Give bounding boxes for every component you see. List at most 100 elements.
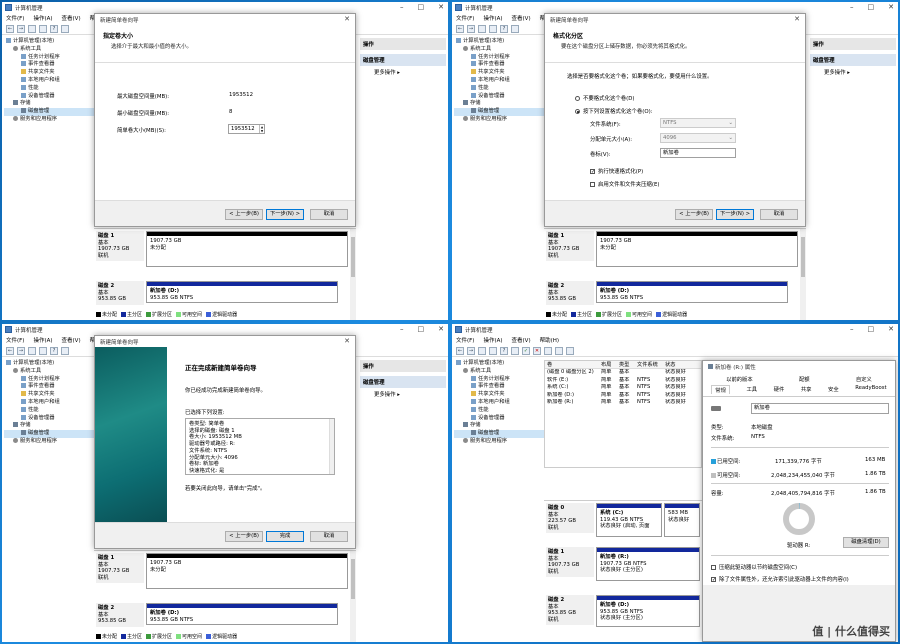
menu-view[interactable]: 查看(V) [62, 14, 81, 22]
col-status[interactable]: 状态 [665, 361, 695, 368]
volume-name-input[interactable]: 新加卷 [751, 403, 889, 414]
tab-previous-versions[interactable]: 以前的版本 [726, 375, 753, 383]
disk2-label[interactable]: 磁盘 2 基本 953.85 GB [96, 281, 144, 305]
disk1-label[interactable]: 磁盘 1 基本 1907.73 GB 联机 [546, 547, 594, 578]
close-button[interactable]: ✕ [888, 3, 894, 11]
disk1-unallocated[interactable]: 1907.73 GB 未分配 [146, 553, 348, 589]
tree-item-root[interactable]: 计算机管理(本地) [454, 38, 544, 46]
folder-icon[interactable] [28, 24, 36, 33]
help-icon[interactable]: ? [50, 24, 58, 33]
search-icon[interactable] [555, 346, 563, 355]
view-icon[interactable] [61, 346, 69, 355]
back-icon[interactable]: ← [456, 24, 464, 33]
disk1-unallocated[interactable]: 1907.73 GB 未分配 [596, 231, 798, 267]
col-fs[interactable]: 文件系统 [637, 361, 665, 368]
menu-help[interactable]: 帮助(H) [540, 336, 559, 344]
properties-icon[interactable] [39, 24, 47, 33]
disk1-label[interactable]: 磁盘 1 基本 1907.73 GB 联机 [546, 231, 594, 262]
cancel-button[interactable]: 取消 [760, 209, 798, 220]
quick-format-checkbox[interactable]: ✓ 执行快速格式化(P) [590, 167, 643, 175]
forward-icon[interactable]: → [467, 24, 475, 33]
properties-icon[interactable] [39, 346, 47, 355]
tree-item-shared-folders[interactable]: 共享文件夹 [454, 69, 544, 77]
tree-item-performance[interactable]: 性能 [454, 84, 544, 93]
back-icon[interactable]: ← [6, 24, 14, 33]
volume-size-input[interactable]: 1953512 ▲ ▼ [228, 124, 265, 134]
maximize-button[interactable]: □ [418, 325, 425, 333]
tab-sharing[interactable]: 共享 [801, 385, 812, 394]
tree-item-system-tools[interactable]: 系统工具 [4, 45, 94, 54]
disk-panel-scrollbar[interactable] [800, 229, 806, 320]
cancel-button[interactable]: 取消 [310, 209, 348, 220]
tree-item-services[interactable]: 服务和应用程序 [4, 115, 94, 124]
volume-label-input[interactable]: 新加卷 [660, 148, 736, 158]
col-type[interactable]: 类型 [619, 361, 637, 368]
minimize-button[interactable]: – [400, 325, 404, 333]
back-button[interactable]: < 上一步(B) [225, 209, 263, 220]
maximize-button[interactable]: □ [868, 3, 875, 11]
folder-icon[interactable] [478, 24, 486, 33]
minimize-button[interactable]: – [850, 3, 854, 11]
folder-icon[interactable] [28, 346, 36, 355]
tree-item-performance[interactable]: 性能 [4, 406, 94, 415]
disk0-system-volume[interactable]: 系统 (C:) 119.43 GB NTFS 状态良好 (启动, 页面 [596, 503, 662, 537]
view-icon[interactable] [511, 346, 519, 355]
tree-item-root[interactable]: 计算机管理(本地) [4, 38, 94, 46]
index-drive-checkbox[interactable]: ✓ 除了文件属性外，还允许索引此驱动器上文件的内容(I) [711, 575, 849, 583]
menu-action[interactable]: 操作(A) [483, 14, 502, 22]
properties-icon[interactable] [489, 24, 497, 33]
option-format[interactable]: 按下列设置格式化这个卷(O): [575, 107, 653, 115]
maximize-button[interactable]: □ [868, 325, 875, 333]
menu-action[interactable]: 操作(A) [33, 336, 52, 344]
tree-item-system-tools[interactable]: 系统工具 [4, 367, 94, 376]
next-button[interactable]: 下一步(N) > [266, 209, 304, 220]
tree-item-services[interactable]: 服务和应用程序 [4, 437, 94, 446]
menu-file[interactable]: 文件(F) [456, 14, 474, 22]
help-icon[interactable]: ? [500, 346, 508, 355]
alloc-unit-select[interactable]: 4096 ⌄ [660, 133, 736, 143]
close-button[interactable]: ✕ [888, 325, 894, 333]
tab-customize[interactable]: 自定义 [856, 375, 872, 383]
tree-item-storage[interactable]: 存储 [4, 100, 94, 108]
tree-item-performance[interactable]: 性能 [454, 406, 544, 415]
tab-hardware[interactable]: 硬件 [774, 385, 785, 394]
menu-file[interactable]: 文件(F) [456, 336, 474, 344]
minimize-button[interactable]: – [400, 3, 404, 11]
forward-icon[interactable]: → [467, 346, 475, 355]
wizard-close-button[interactable]: ✕ [344, 15, 350, 23]
close-button[interactable]: ✕ [438, 325, 444, 333]
disk2-volume[interactable]: 新加卷 (D:) 953.85 GB NTFS 状态良好 (主分区) [596, 595, 700, 627]
tree-item-users-groups[interactable]: 本地用户和组 [454, 398, 544, 407]
checkmark-icon[interactable]: ✓ [522, 346, 530, 355]
back-button[interactable]: < 上一步(B) [675, 209, 713, 220]
delete-icon[interactable]: ✕ [533, 346, 541, 355]
help-icon[interactable]: ? [500, 24, 508, 33]
menu-view[interactable]: 查看(V) [512, 14, 531, 22]
back-icon[interactable]: ← [456, 346, 464, 355]
tab-quota[interactable]: 配额 [799, 375, 810, 383]
tree-item-system-tools[interactable]: 系统工具 [454, 367, 544, 376]
tree-item-storage[interactable]: 存储 [4, 422, 94, 430]
tree-item-shared-folders[interactable]: 共享文件夹 [4, 69, 94, 77]
table-row[interactable]: (磁盘 0 磁盘分区 2) 简单 基本 状态良好 [545, 369, 701, 377]
tab-security[interactable]: 安全 [828, 385, 839, 394]
disk0-label[interactable]: 磁盘 0 基本 223.57 GB 联机 [546, 503, 594, 534]
fs-select[interactable]: NTFS ⌄ [660, 118, 736, 128]
minimize-button[interactable]: – [850, 325, 854, 333]
tree-item-device-manager[interactable]: 设备管理器 [4, 414, 94, 423]
tree-item-device-manager[interactable]: 设备管理器 [454, 92, 544, 101]
back-button[interactable]: < 上一步(B) [225, 531, 263, 542]
disk-panel-scrollbar[interactable] [350, 229, 356, 320]
tree-item-performance[interactable]: 性能 [4, 84, 94, 93]
tree-item-services[interactable]: 服务和应用程序 [454, 115, 544, 124]
actions-more[interactable]: 更多操作 ▸ [360, 66, 446, 76]
properties-icon[interactable] [489, 346, 497, 355]
spinner-icon[interactable]: ▲ ▼ [259, 125, 264, 133]
settings-scrollbar[interactable] [329, 419, 334, 474]
tab-general[interactable]: 常规 [711, 385, 730, 394]
tree-item-disk-management[interactable]: 磁盘管理 [4, 108, 94, 116]
disk0-recovery-partition[interactable]: 583 MB 状态良好 [664, 503, 700, 537]
help-icon[interactable]: ? [50, 346, 58, 355]
disk1-unallocated[interactable]: 1907.73 GB 未分配 [146, 231, 348, 267]
actions-more[interactable]: 更多操作 ▸ [810, 66, 896, 76]
